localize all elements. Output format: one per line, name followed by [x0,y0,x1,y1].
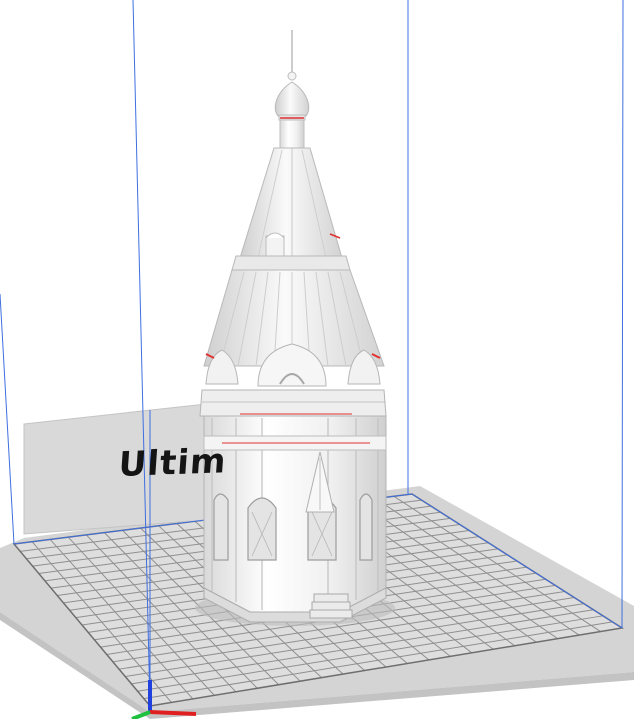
3d-viewport[interactable]: Ultim [0,0,634,721]
scene-canvas[interactable] [0,0,634,721]
model-chapel[interactable] [195,30,395,626]
printer-back-panel [23,403,207,535]
